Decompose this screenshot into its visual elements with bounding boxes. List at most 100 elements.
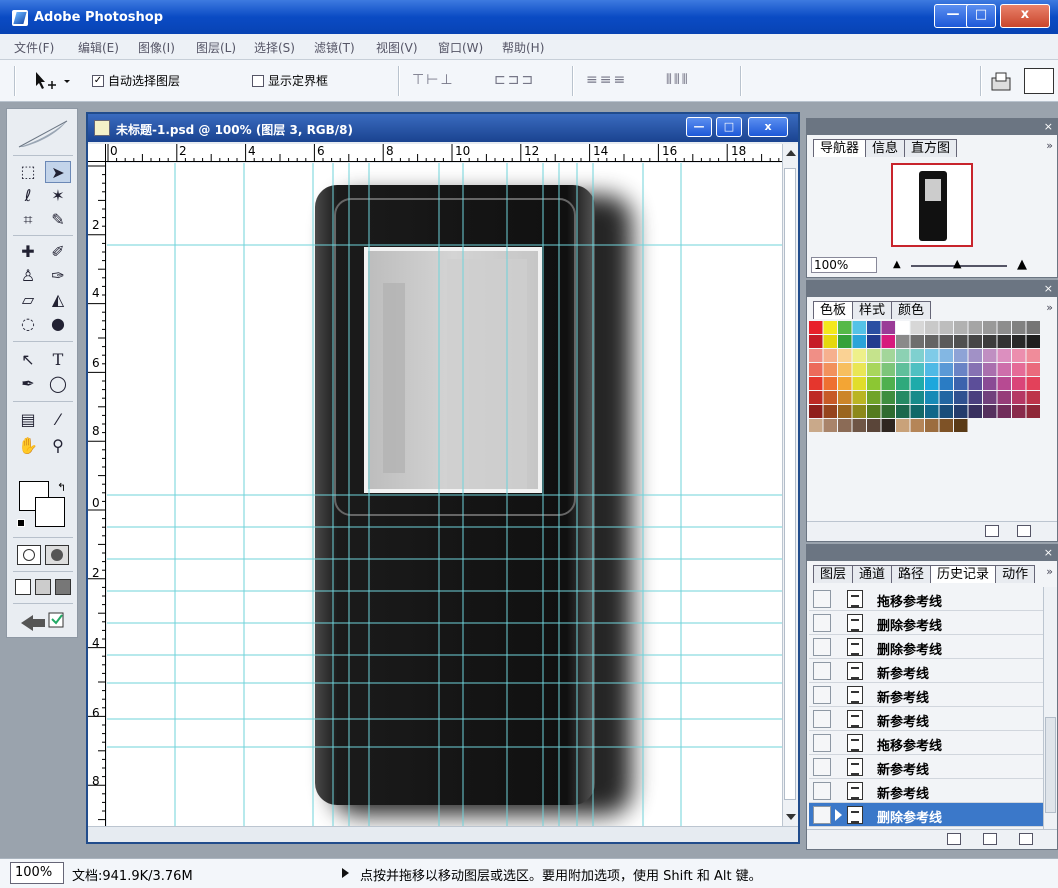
history-snapshot-checkbox[interactable] <box>813 734 831 752</box>
magic-wand-tool-icon[interactable]: ✶ <box>45 185 71 207</box>
ruler-origin[interactable] <box>88 144 106 162</box>
color-swatch[interactable] <box>881 335 896 348</box>
color-swatch[interactable] <box>867 377 881 390</box>
color-swatch[interactable] <box>881 321 896 334</box>
color-swatch[interactable] <box>910 405 925 418</box>
color-swatch[interactable] <box>809 377 823 390</box>
color-swatch[interactable] <box>852 321 867 334</box>
color-swatch[interactable] <box>823 321 838 334</box>
color-swatch[interactable] <box>896 363 910 376</box>
color-swatch[interactable] <box>838 391 852 404</box>
history-snapshot-checkbox[interactable] <box>813 686 831 704</box>
color-swatch[interactable] <box>852 335 867 348</box>
history-state[interactable]: 新参考线 <box>809 755 1043 779</box>
healing-brush-icon[interactable]: ✚ <box>15 241 41 263</box>
dodge-tool-icon[interactable]: ● <box>45 313 71 335</box>
color-swatch[interactable] <box>896 335 910 348</box>
color-swatch[interactable] <box>867 391 881 404</box>
menu-help[interactable]: 帮助(H) <box>502 39 544 56</box>
maximize-button[interactable]: □ <box>966 4 996 28</box>
color-swatch[interactable] <box>997 405 1012 418</box>
color-swatch[interactable] <box>983 391 997 404</box>
color-swatch[interactable] <box>896 419 910 432</box>
color-swatch[interactable] <box>823 377 838 390</box>
distribute-horizontal-icons[interactable]: ⫴⫴⫴ <box>666 72 690 90</box>
panel-close-icon[interactable]: × <box>807 281 1057 297</box>
color-swatch[interactable] <box>1026 335 1041 348</box>
color-swatch[interactable] <box>867 349 881 362</box>
color-swatch[interactable] <box>910 335 925 348</box>
status-menu-arrow-icon[interactable] <box>342 868 349 878</box>
color-swatch[interactable] <box>881 405 896 418</box>
notes-tool-icon[interactable]: ▤ <box>15 409 41 431</box>
document-title-bar[interactable]: 未标题-1.psd @ 100% (图层 3, RGB/8) — □ x <box>88 114 798 142</box>
zoom-out-icon[interactable]: ▲ <box>893 259 901 270</box>
color-swatch[interactable] <box>925 335 939 348</box>
doc-minimize-button[interactable]: — <box>686 117 712 137</box>
auto-select-layer-check[interactable]: ✓ <box>92 74 104 87</box>
color-swatch[interactable] <box>1026 377 1041 390</box>
color-swatch[interactable] <box>997 377 1012 390</box>
color-swatch[interactable] <box>939 391 954 404</box>
color-swatch[interactable] <box>881 363 896 376</box>
color-swatch[interactable] <box>954 391 968 404</box>
color-swatch[interactable] <box>823 363 838 376</box>
color-swatch[interactable] <box>925 419 939 432</box>
color-swatch[interactable] <box>968 349 983 362</box>
color-swatch[interactable] <box>809 363 823 376</box>
screen-mode-menu-icon[interactable] <box>35 579 51 595</box>
color-swatch[interactable] <box>838 405 852 418</box>
slice-tool-icon[interactable]: ✎ <box>45 209 71 231</box>
history-snapshot-checkbox[interactable] <box>813 638 831 656</box>
color-swatch[interactable] <box>1026 405 1041 418</box>
zoom-tool-icon[interactable]: ⚲ <box>45 435 71 457</box>
color-swatch[interactable] <box>896 377 910 390</box>
eraser-tool-icon[interactable]: ▱ <box>15 289 41 311</box>
scroll-up-arrow-icon[interactable] <box>786 150 796 156</box>
screen-mode-full-icon[interactable] <box>55 579 71 595</box>
color-swatch[interactable] <box>968 391 983 404</box>
color-swatch[interactable] <box>983 321 997 334</box>
panel-close-icon[interactable]: × <box>807 545 1057 561</box>
history-state[interactable]: 拖移参考线 <box>809 587 1043 611</box>
eyedropper-icon[interactable]: ⁄ <box>45 409 71 431</box>
color-swatch[interactable] <box>954 405 968 418</box>
color-swatch[interactable] <box>954 349 968 362</box>
color-swatch[interactable] <box>910 377 925 390</box>
align-horizontal-icons[interactable]: ⊏⊐⊐ <box>494 72 535 90</box>
color-swatch[interactable] <box>939 377 954 390</box>
color-swatch[interactable] <box>910 391 925 404</box>
ellipse-tool-icon[interactable]: ◯ <box>45 373 71 395</box>
color-swatch[interactable] <box>867 321 881 334</box>
zoom-level-field[interactable]: 100% <box>10 862 64 884</box>
color-swatch[interactable] <box>939 405 954 418</box>
new-snapshot-icon[interactable] <box>983 833 997 845</box>
color-swatch[interactable] <box>1012 349 1026 362</box>
color-swatch[interactable] <box>968 377 983 390</box>
color-swatch[interactable] <box>809 419 823 432</box>
color-swatch[interactable] <box>939 349 954 362</box>
navigator-preview[interactable] <box>891 163 973 247</box>
swap-colors-icon[interactable]: ↰ <box>57 481 66 494</box>
color-swatch[interactable] <box>867 405 881 418</box>
tab-info[interactable]: 信息 <box>865 139 906 157</box>
color-swatch[interactable] <box>925 391 939 404</box>
color-swatch[interactable] <box>939 363 954 376</box>
color-swatch[interactable] <box>968 363 983 376</box>
color-swatch[interactable] <box>838 321 852 334</box>
panel-menu-icon[interactable]: » <box>1046 139 1053 152</box>
align-vertical-icons[interactable]: ⊤⊢⊥ <box>412 72 455 90</box>
show-bounding-box-checkbox[interactable]: 显示定界框 <box>252 72 328 89</box>
color-swatch[interactable] <box>925 405 939 418</box>
color-swatch[interactable] <box>910 419 925 432</box>
color-swatch[interactable] <box>867 419 881 432</box>
type-tool-icon[interactable]: T <box>45 349 71 371</box>
color-swatch[interactable] <box>838 363 852 376</box>
color-swatch[interactable] <box>809 335 823 348</box>
color-swatch[interactable] <box>1012 377 1026 390</box>
palette-well-icon[interactable] <box>1024 68 1054 94</box>
color-swatch[interactable] <box>896 321 910 334</box>
history-state[interactable]: 新参考线 <box>809 707 1043 731</box>
color-swatch[interactable] <box>1012 335 1026 348</box>
crop-tool-icon[interactable]: ⌗ <box>15 209 41 231</box>
